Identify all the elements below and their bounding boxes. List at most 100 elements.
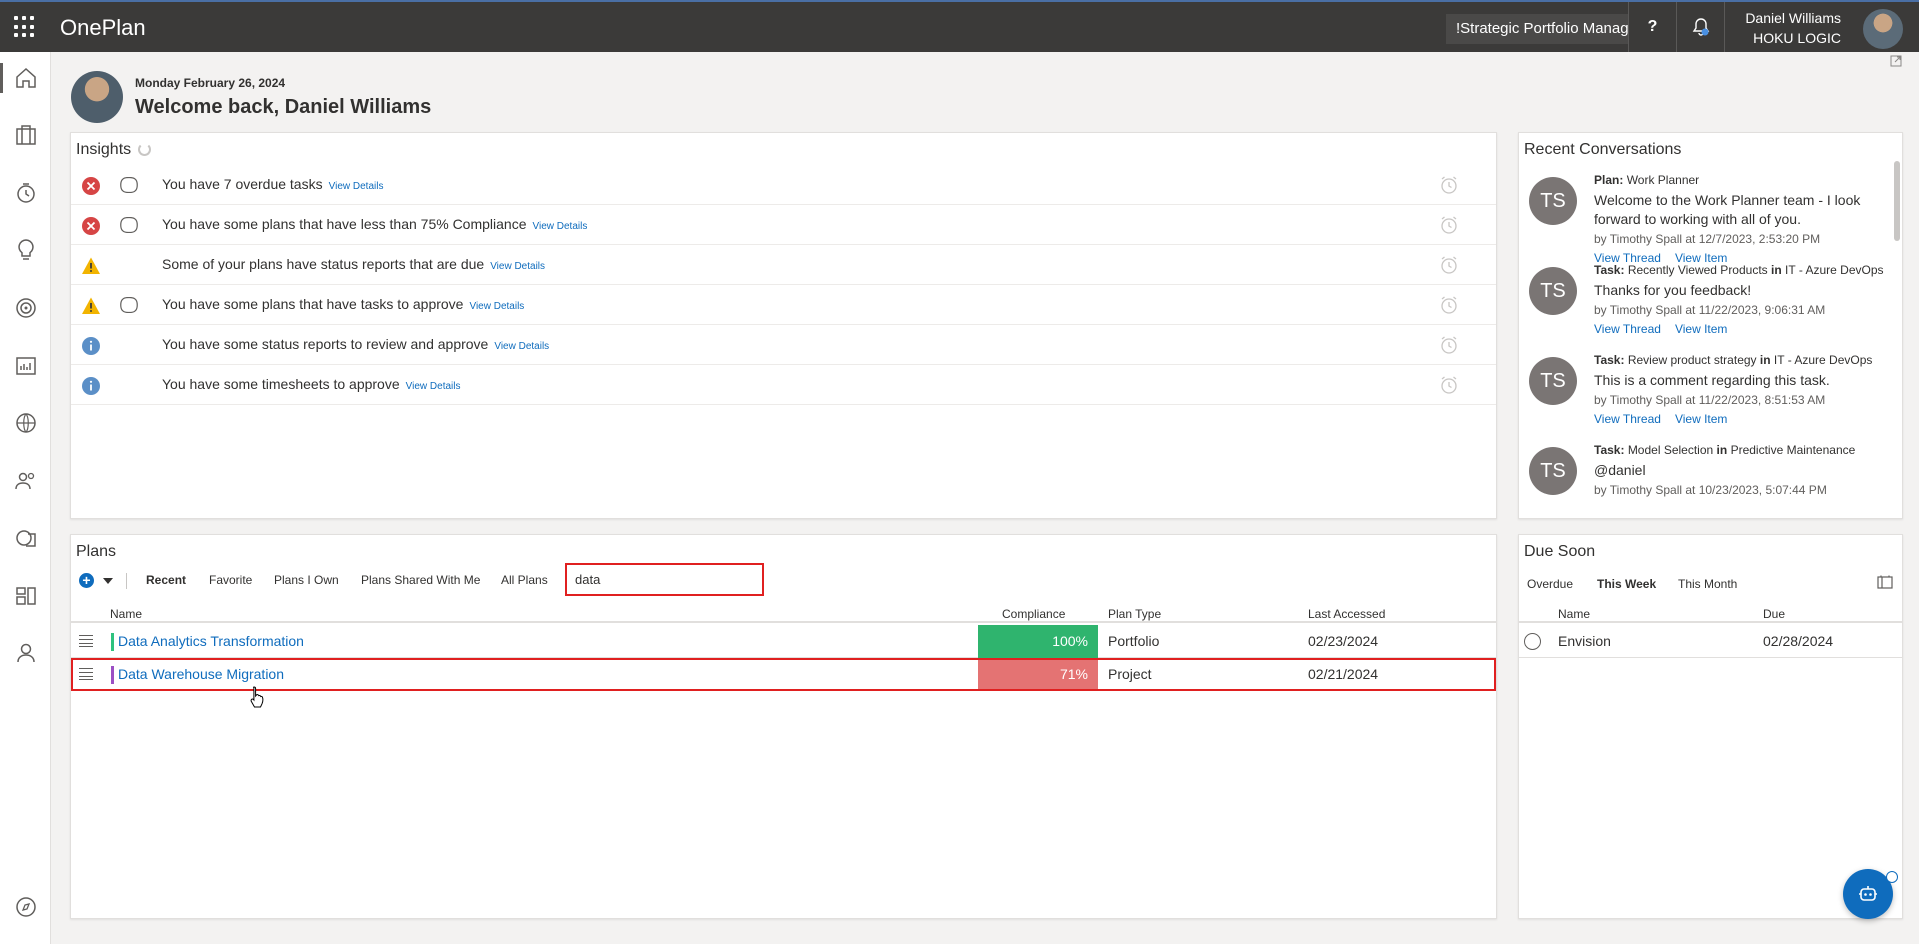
insight-message: You have some status reports to review a… [162,336,489,352]
conversation-heading: Task: Model Selection in Predictive Main… [1594,443,1855,457]
expand-icon[interactable] [1889,54,1903,68]
conversation-message: @daniel [1594,462,1646,478]
notifications-button[interactable] [1676,2,1724,52]
view-thread-link[interactable]: View Thread [1594,412,1661,426]
plan-name-link[interactable]: Data Warehouse Migration [118,666,284,682]
column-compliance[interactable]: Compliance [1002,607,1065,621]
insight-text: You have some plans that have less than … [162,216,587,232]
nav-resources[interactable] [0,458,51,504]
nav-global[interactable] [0,400,51,446]
conversation-heading: Plan: Work Planner [1594,173,1699,187]
due-item-name[interactable]: Envision [1558,633,1611,649]
nav-boards[interactable] [0,573,51,619]
tab-plans-shared[interactable]: Plans Shared With Me [361,573,480,587]
app-launcher-icon[interactable] [14,16,36,38]
view-details-link[interactable]: View Details [490,261,545,272]
avatar: TS [1529,177,1577,225]
tab-this-week[interactable]: This Week [1597,577,1656,591]
conversation-heading: Task: Review product strategy in IT - Az… [1594,353,1872,367]
insight-row: You have some plans that have less than … [71,205,1496,245]
tab-plans-i-own[interactable]: Plans I Own [274,573,339,587]
view-details-link[interactable]: View Details [494,341,549,352]
tab-recent[interactable]: Recent [146,573,186,587]
plans-search-input[interactable] [565,563,764,596]
insights-panel: Insights You have 7 overdue tasks View De… [70,132,1497,519]
calendar-view-icon[interactable] [1877,575,1893,589]
conversations-title: Recent Conversations [1524,141,1682,158]
column-name[interactable]: Name [1558,607,1590,621]
table-row[interactable]: Data Analytics Transformation 100% Portf… [71,625,1496,658]
insight-row: Some of your plans have status reports t… [71,245,1496,285]
conversation-subject: Recently Viewed Products [1627,263,1768,277]
warning-icon [82,257,100,274]
tab-overdue[interactable]: Overdue [1527,577,1573,591]
column-name[interactable]: Name [110,607,142,621]
nav-data[interactable] [0,515,51,561]
view-item-link[interactable]: View Item [1675,322,1727,336]
last-accessed-cell: 02/23/2024 [1308,633,1379,649]
view-details-link[interactable]: View Details [469,301,524,312]
nav-portfolios[interactable] [0,112,51,158]
nav-ideas[interactable] [0,227,51,273]
conversation-in: in [1716,443,1728,457]
column-plan-type[interactable]: Plan Type [1108,607,1161,621]
drag-handle-icon[interactable] [79,668,93,680]
conversation-context: Predictive Maintenance [1730,443,1856,457]
conversation-byline: by Timothy Spall at 11/22/2023, 9:06:31 … [1594,303,1826,317]
add-plan-button[interactable]: + [79,573,94,588]
plan-name-link[interactable]: Data Analytics Transformation [118,633,304,649]
user-menu[interactable]: Daniel Williams HOKU LOGIC [1724,2,1919,52]
nav-goals[interactable] [0,285,51,331]
conversation-in: in [1759,353,1771,367]
snooze-alarm-icon[interactable] [1439,375,1459,395]
plans-grid-header: Name Compliance Plan Type Last Accessed [71,603,1496,623]
app-title[interactable]: OnePlan [60,15,146,41]
snooze-alarm-icon[interactable] [1439,215,1459,235]
bell-icon [1692,18,1709,36]
drag-handle-icon[interactable] [79,635,93,647]
insight-message: You have some plans that have less than … [162,216,527,232]
view-item-link[interactable]: View Item [1675,412,1727,426]
column-due[interactable]: Due [1763,607,1785,621]
avatar: TS [1529,447,1577,495]
nav-timesheets[interactable] [0,170,51,216]
compass-icon [15,897,36,917]
snooze-alarm-icon[interactable] [1439,295,1459,315]
nav-home[interactable] [0,55,51,101]
view-details-link[interactable]: View Details [329,181,384,192]
table-row[interactable]: Envision 02/28/2024 [1519,625,1902,658]
help-button[interactable]: ? [1628,2,1676,52]
portfolio-selector[interactable]: !Strategic Portfolio Manager [1446,14,1628,44]
avatar[interactable] [1863,9,1903,49]
plan-icon [120,217,138,233]
scrollbar[interactable] [1894,161,1900,241]
column-last-accessed[interactable]: Last Accessed [1308,607,1385,621]
boards-icon [15,587,36,605]
tab-all-plans[interactable]: All Plans [501,573,548,587]
view-thread-link[interactable]: View Thread [1594,322,1661,336]
tab-this-month[interactable]: This Month [1678,577,1737,591]
nav-reports[interactable] [0,343,51,389]
chevron-down-icon[interactable] [103,578,113,584]
nav-profile[interactable] [0,630,51,676]
view-details-link[interactable]: View Details [406,381,461,392]
plan-color-bar [111,666,114,684]
status-badge [1886,871,1898,883]
conversation-byline: by Timothy Spall at 12/7/2023, 2:53:20 P… [1594,232,1821,246]
avatar: TS [1529,357,1577,405]
complete-radio[interactable] [1524,633,1541,650]
table-row[interactable]: Data Warehouse Migration 71% Project 02/… [71,658,1496,691]
tab-favorite[interactable]: Favorite [209,573,252,587]
snooze-alarm-icon[interactable] [1439,335,1459,355]
conversation-subject: Work Planner [1626,173,1700,187]
bot-icon [1859,886,1877,901]
view-details-link[interactable]: View Details [533,221,588,232]
conversation-message: This is a comment regarding this task. [1594,372,1830,388]
conversation-context: IT - Azure DevOps [1773,353,1873,367]
nav-settings[interactable] [0,884,51,930]
insight-message: You have some plans that have tasks to a… [162,296,464,312]
briefcase-icon [15,125,36,145]
snooze-alarm-icon[interactable] [1439,175,1459,195]
snooze-alarm-icon[interactable] [1439,255,1459,275]
compliance-cell: 71% [978,658,1098,691]
